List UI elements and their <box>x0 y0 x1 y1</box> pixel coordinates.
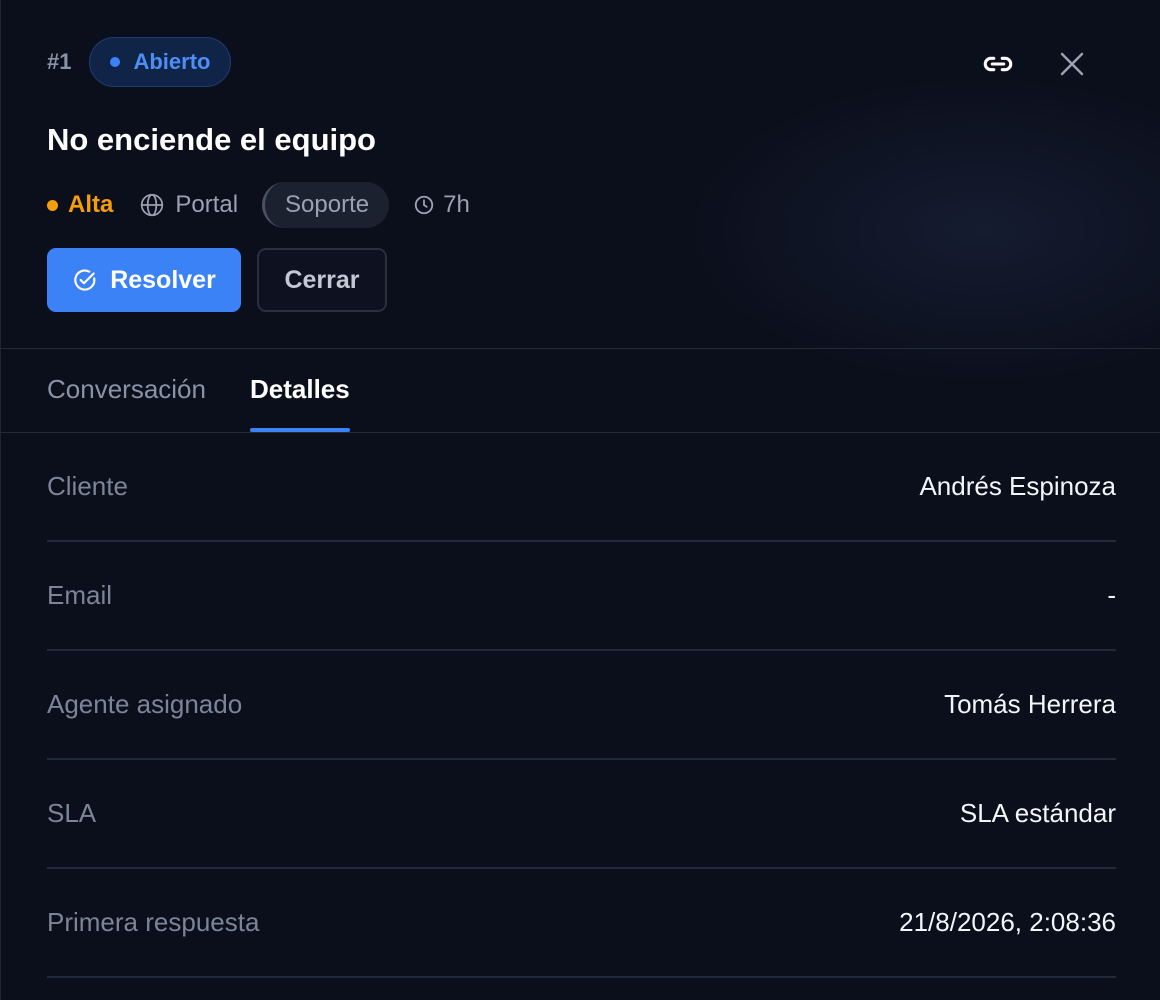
ticket-top-row: #1 Abierto <box>47 36 1114 88</box>
priority-label: Alta <box>68 191 114 218</box>
tab-details[interactable]: Detalles <box>249 349 350 432</box>
check-circle-icon <box>74 269 96 291</box>
detail-label: Cliente <box>47 471 128 501</box>
details-list: Cliente Andrés Espinoza Email - Agente a… <box>1 433 1160 978</box>
detail-value: Tomás Herrera <box>944 689 1116 719</box>
detail-row-first-response: Primera respuesta 21/8/2026, 2:08:36 <box>47 869 1116 978</box>
ticket-header: #1 Abierto No enciende el equipo Alta Po… <box>1 0 1160 348</box>
resolve-button-label: Resolver <box>110 265 216 294</box>
detail-row-agent: Agente asignado Tomás Herrera <box>47 651 1116 760</box>
detail-label: Email <box>47 580 113 610</box>
status-dot-icon <box>110 57 121 67</box>
detail-row-client: Cliente Andrés Espinoza <box>47 433 1116 542</box>
detail-value: 21/8/2026, 2:08:36 <box>899 907 1116 937</box>
priority-dot-icon <box>47 199 58 211</box>
close-ticket-button[interactable]: Cerrar <box>257 248 387 312</box>
detail-value: Andrés Espinoza <box>919 471 1116 501</box>
copy-link-button[interactable] <box>980 46 1016 82</box>
status-badge: Abierto <box>89 37 232 87</box>
team-pill: Soporte <box>262 182 390 228</box>
ticket-id: #1 <box>47 49 72 74</box>
detail-row-sla: SLA SLA estándar <box>47 760 1116 869</box>
detail-label: Agente asignado <box>47 689 243 719</box>
team-label: Soporte <box>285 191 370 218</box>
detail-row-email: Email - <box>47 542 1116 651</box>
ticket-meta: Alta Portal Soporte 7h <box>47 182 1114 228</box>
priority-indicator: Alta <box>47 191 113 219</box>
ticket-actions: Resolver Cerrar <box>47 248 1114 312</box>
header-icons <box>980 46 1090 82</box>
detail-label: SLA <box>47 798 97 828</box>
link-icon <box>983 56 1013 72</box>
tab-bar: Conversación Detalles <box>1 349 1160 432</box>
detail-label: Primera respuesta <box>47 907 260 937</box>
channel-indicator: Portal <box>139 191 238 219</box>
channel-label: Portal <box>175 191 239 218</box>
status-label: Abierto <box>133 49 211 74</box>
ticket-title: No enciende el equipo <box>47 122 376 157</box>
tab-conversation[interactable]: Conversación <box>47 349 206 429</box>
age-label: 7h <box>443 191 470 218</box>
detail-value: - <box>1107 580 1116 610</box>
close-button[interactable] <box>1054 46 1090 82</box>
globe-icon <box>141 193 164 217</box>
ticket-detail-panel: #1 Abierto No enciende el equipo Alta Po… <box>0 0 1160 1000</box>
close-icon <box>1060 52 1084 76</box>
ticket-age: 7h <box>413 191 470 219</box>
clock-icon <box>414 195 434 215</box>
detail-value: SLA estándar <box>959 798 1116 828</box>
close-ticket-button-label: Cerrar <box>284 265 360 294</box>
tab-conversation-label: Conversación <box>47 373 206 404</box>
resolve-button[interactable]: Resolver <box>47 248 241 312</box>
tab-details-label: Detalles <box>249 373 350 404</box>
